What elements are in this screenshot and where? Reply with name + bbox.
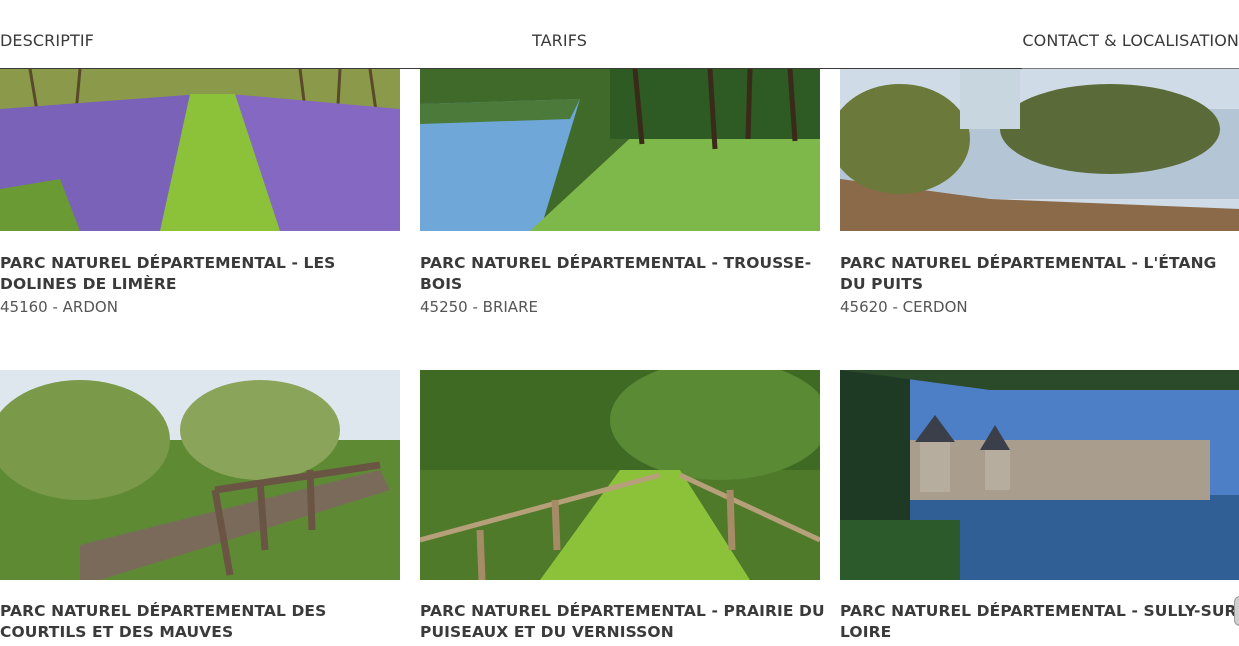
park-card-title[interactable]: PARC NATUREL DÉPARTEMENTAL - SULLY-SUR-L… (840, 601, 1239, 643)
scroll-handle[interactable] (1234, 596, 1239, 626)
park-card-location: 45160 - ARDON (0, 298, 118, 316)
park-card-title[interactable]: PARC NATUREL DÉPARTEMENTAL - TROUSSE-BOI… (420, 253, 825, 295)
tab-tarifs[interactable]: TARIFS (532, 31, 587, 50)
detail-tabs-bar: DESCRIPTIF TARIFS CONTACT & LOCALISATION (0, 0, 1239, 69)
park-photo-courtils-boardwalk[interactable] (0, 370, 400, 580)
tab-contact-localisation[interactable]: CONTACT & LOCALISATION (1022, 31, 1239, 50)
park-photo-trousse-bois-lake[interactable] (420, 69, 820, 231)
park-card-title[interactable]: PARC NATUREL DÉPARTEMENTAL DES COURTILS … (0, 601, 405, 643)
park-card-title[interactable]: PARC NATUREL DÉPARTEMENTAL - LES DOLINES… (0, 253, 405, 295)
park-card-title[interactable]: PARC NATUREL DÉPARTEMENTAL - L'ÉTANG DU … (840, 253, 1239, 295)
park-photo-sully-castle[interactable] (840, 370, 1239, 580)
park-card-location: 45250 - BRIARE (420, 298, 538, 316)
park-card-location: 45620 - CERDON (840, 298, 968, 316)
park-photo-etang-du-puits[interactable] (840, 69, 1239, 231)
park-photo-prairie-fence-path[interactable] (420, 370, 820, 580)
park-card-title[interactable]: PARC NATUREL DÉPARTEMENTAL - PRAIRIE DU … (420, 601, 825, 643)
park-photo-dolines-bluebells[interactable] (0, 69, 400, 231)
tab-descriptif[interactable]: DESCRIPTIF (0, 31, 94, 50)
